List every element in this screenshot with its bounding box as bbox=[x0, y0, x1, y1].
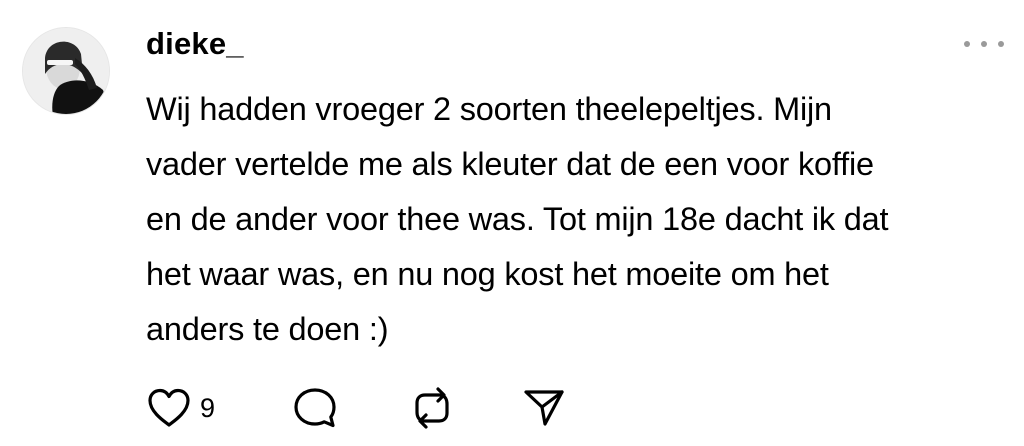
heart-icon bbox=[148, 388, 190, 427]
post-text-line: vader vertelde me als kleuter dat de een… bbox=[146, 146, 874, 182]
more-horizontal-icon[interactable] bbox=[964, 36, 1004, 52]
comment-button[interactable] bbox=[291, 386, 409, 430]
action-bar: 9 bbox=[146, 386, 567, 430]
more-dot bbox=[964, 41, 970, 47]
more-dot bbox=[981, 41, 987, 47]
more-dot bbox=[998, 41, 1004, 47]
like-count: 9 bbox=[200, 393, 216, 423]
send-icon bbox=[524, 390, 564, 426]
post-text-line: het waar was, en nu nog kost het moeite … bbox=[146, 256, 829, 292]
post-text-line: en de ander voor thee was. Tot mijn 18e … bbox=[146, 201, 889, 237]
username[interactable]: dieke_ bbox=[146, 24, 244, 64]
post-text: Wij hadden vroeger 2 soorten theelepeltj… bbox=[146, 82, 996, 357]
thread-post: dieke_ Wij hadden vroeger 2 soorten thee… bbox=[0, 0, 1024, 446]
comment-icon bbox=[294, 388, 336, 428]
post-text-line: anders te doen :) bbox=[146, 311, 389, 347]
avatar[interactable] bbox=[22, 27, 110, 115]
post-text-line: Wij hadden vroeger 2 soorten theelepeltj… bbox=[146, 91, 832, 127]
repost-button[interactable] bbox=[409, 385, 521, 431]
share-button[interactable] bbox=[521, 386, 567, 430]
avatar-photo bbox=[23, 28, 109, 114]
repost-icon bbox=[415, 387, 449, 429]
like-button[interactable]: 9 bbox=[146, 386, 291, 430]
